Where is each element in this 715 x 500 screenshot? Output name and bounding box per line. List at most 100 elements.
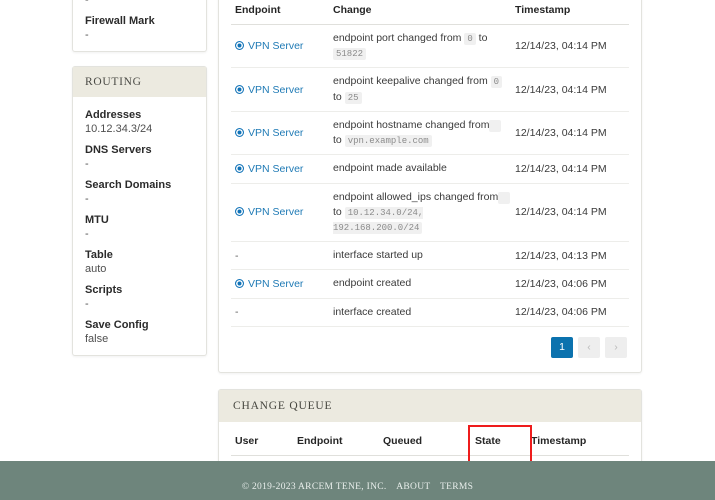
field-label-table: Table (85, 249, 113, 261)
cell-endpoint: VPN Server (231, 183, 329, 243)
table-header-row: Endpoint Change Timestamp (231, 0, 629, 25)
endpoint-link[interactable]: VPN Server (248, 127, 303, 139)
change-queue-title: CHANGE QUEUE (219, 389, 641, 422)
table-header-row: User Endpoint Queued State Timestamp (231, 425, 629, 456)
field-value-port: - (85, 0, 89, 6)
cell-timestamp: 12/14/23, 04:06 PM (511, 269, 629, 299)
endpoint-dot-icon (235, 84, 244, 94)
cell-timestamp: 12/14/23, 04:14 PM (511, 67, 629, 112)
change-description: endpoint allowed_ips changed from (333, 190, 499, 203)
cell-endpoint: VPN Server (231, 24, 329, 69)
page-footer: © 2019-2023 ARCEM TENE, INC. ABOUT TERMS (0, 461, 715, 500)
endpoint-dot-icon (235, 279, 244, 289)
change-description: endpoint hostname changed from (333, 118, 490, 131)
endpoint-link[interactable]: VPN Server (248, 206, 303, 218)
change-to-word: to (333, 205, 342, 218)
field-value-table: auto (85, 263, 107, 275)
endpoint-link[interactable]: VPN Server (248, 40, 303, 52)
col-endpoint: Endpoint (293, 425, 379, 456)
change-from-value: 0 (490, 76, 503, 89)
change-to-word: to (333, 134, 342, 147)
change-to-word: to (333, 90, 342, 103)
col-timestamp: Timestamp (527, 425, 629, 456)
cell-change: endpoint keepalive changed from 0 to 25 (329, 67, 511, 112)
interface-card: Bob's Workstation Port - Firewall Mark - (72, 0, 207, 52)
endpoint-dot-icon (235, 128, 244, 138)
col-queued: Queued (379, 425, 471, 456)
endpoint-dot-icon (235, 163, 244, 173)
cell-change: endpoint hostname changed from to vpn.ex… (329, 111, 511, 156)
cell-endpoint: - (231, 298, 329, 327)
page-button-1[interactable]: 1 (551, 336, 573, 358)
sidebar: Bob's Workstation Port - Firewall Mark -… (72, 0, 207, 370)
change-to-value: vpn.example.com (344, 135, 432, 148)
field-label-dns-servers: DNS Servers (85, 144, 152, 156)
next-page-button[interactable]: › (605, 336, 627, 358)
main-content: CONFIG CHANGES Endpoint Change Timestamp… (218, 0, 642, 500)
cell-change: endpoint allowed_ips changed from to 10.… (329, 183, 511, 243)
field-value-search-domains: - (85, 193, 89, 205)
change-to-value: 25 (344, 91, 362, 104)
table-row: VPN Server endpoint allowed_ips changed f… (231, 183, 629, 243)
cell-endpoint: VPN Server (231, 111, 329, 156)
field-value-dns-servers: - (85, 158, 89, 170)
endpoint-link[interactable]: VPN Server (248, 84, 303, 96)
cell-endpoint: VPN Server (231, 154, 329, 184)
cell-timestamp: 12/14/23, 04:14 PM (511, 154, 629, 184)
table-row: VPN Server endpoint keepalive changed fro… (231, 67, 629, 112)
cell-timestamp: 12/14/23, 04:06 PM (511, 298, 629, 327)
cell-change: endpoint created (329, 269, 511, 299)
change-to-value: 51822 (333, 48, 367, 61)
field-value-mtu: - (85, 228, 89, 240)
cell-endpoint: - (231, 241, 329, 271)
change-description: endpoint port changed from (333, 32, 462, 44)
field-value-save-config: false (85, 333, 109, 345)
col-timestamp: Timestamp (511, 0, 629, 25)
table-row: VPN Server endpoint made available 12/14/2… (231, 154, 629, 184)
change-to-value: 10.12.34.0/24, 192.168.200.0/24 (333, 206, 424, 234)
field-value-scripts: - (85, 298, 89, 310)
endpoint-dot-icon (235, 41, 244, 51)
change-description: interface started up (333, 249, 423, 262)
config-changes-panel: CONFIG CHANGES Endpoint Change Timestamp… (218, 0, 642, 373)
change-from-value: 0 (464, 33, 476, 45)
table-row: - interface started up 12/14/23, 04:13 PM (231, 241, 629, 271)
endpoint-empty: - (235, 306, 239, 319)
col-user: User (231, 425, 293, 456)
field-value-addresses: 10.12.34.3/24 (85, 123, 153, 135)
config-changes-table: Endpoint Change Timestamp VPN Server endp… (231, 0, 629, 327)
table-row: VPN Server endpoint created 12/14/23, 04:0… (231, 269, 629, 299)
field-label-firewall-mark: Firewall Mark (85, 15, 155, 27)
config-changes-pagination: 1 ‹ › (231, 327, 629, 360)
endpoint-empty: - (235, 249, 239, 262)
table-row: VPN Server endpoint hostname changed from… (231, 111, 629, 156)
cell-timestamp: 12/14/23, 04:14 PM (511, 183, 629, 243)
footer-link-about[interactable]: ABOUT (396, 482, 430, 492)
cell-change: endpoint made available (329, 154, 511, 184)
table-row: VPN Server endpoint port changed from 0 t… (231, 24, 629, 69)
field-label-mtu: MTU (85, 214, 109, 226)
field-label-save-config: Save Config (85, 319, 149, 331)
cell-change: interface created (329, 298, 511, 327)
cell-endpoint: VPN Server (231, 67, 329, 112)
endpoint-link[interactable]: VPN Server (248, 278, 303, 290)
prev-page-button[interactable]: ‹ (578, 336, 600, 358)
col-change: Change (329, 0, 511, 25)
change-description: endpoint keepalive changed from (333, 75, 488, 88)
footer-link-terms[interactable]: TERMS (440, 482, 473, 492)
endpoint-link[interactable]: VPN Server (248, 163, 303, 175)
cell-endpoint: VPN Server (231, 269, 329, 299)
footer-copyright: © 2019-2023 ARCEM TENE, INC. (241, 482, 387, 492)
col-endpoint: Endpoint (231, 0, 329, 25)
change-to-word: to (478, 32, 488, 44)
cell-timestamp: 12/14/23, 04:14 PM (511, 111, 629, 156)
field-value-firewall-mark: - (85, 29, 89, 41)
routing-card-title: ROUTING (73, 67, 206, 97)
cell-timestamp: 12/14/23, 04:14 PM (511, 24, 629, 69)
cell-change: endpoint port changed from 0 to 51822 (329, 24, 511, 69)
app-page: Bob's Workstation Port - Firewall Mark -… (0, 0, 715, 500)
cell-change: interface started up (329, 241, 511, 271)
field-label-scripts: Scripts (85, 284, 123, 296)
change-from-value (498, 191, 511, 204)
change-description: interface created (333, 305, 412, 318)
